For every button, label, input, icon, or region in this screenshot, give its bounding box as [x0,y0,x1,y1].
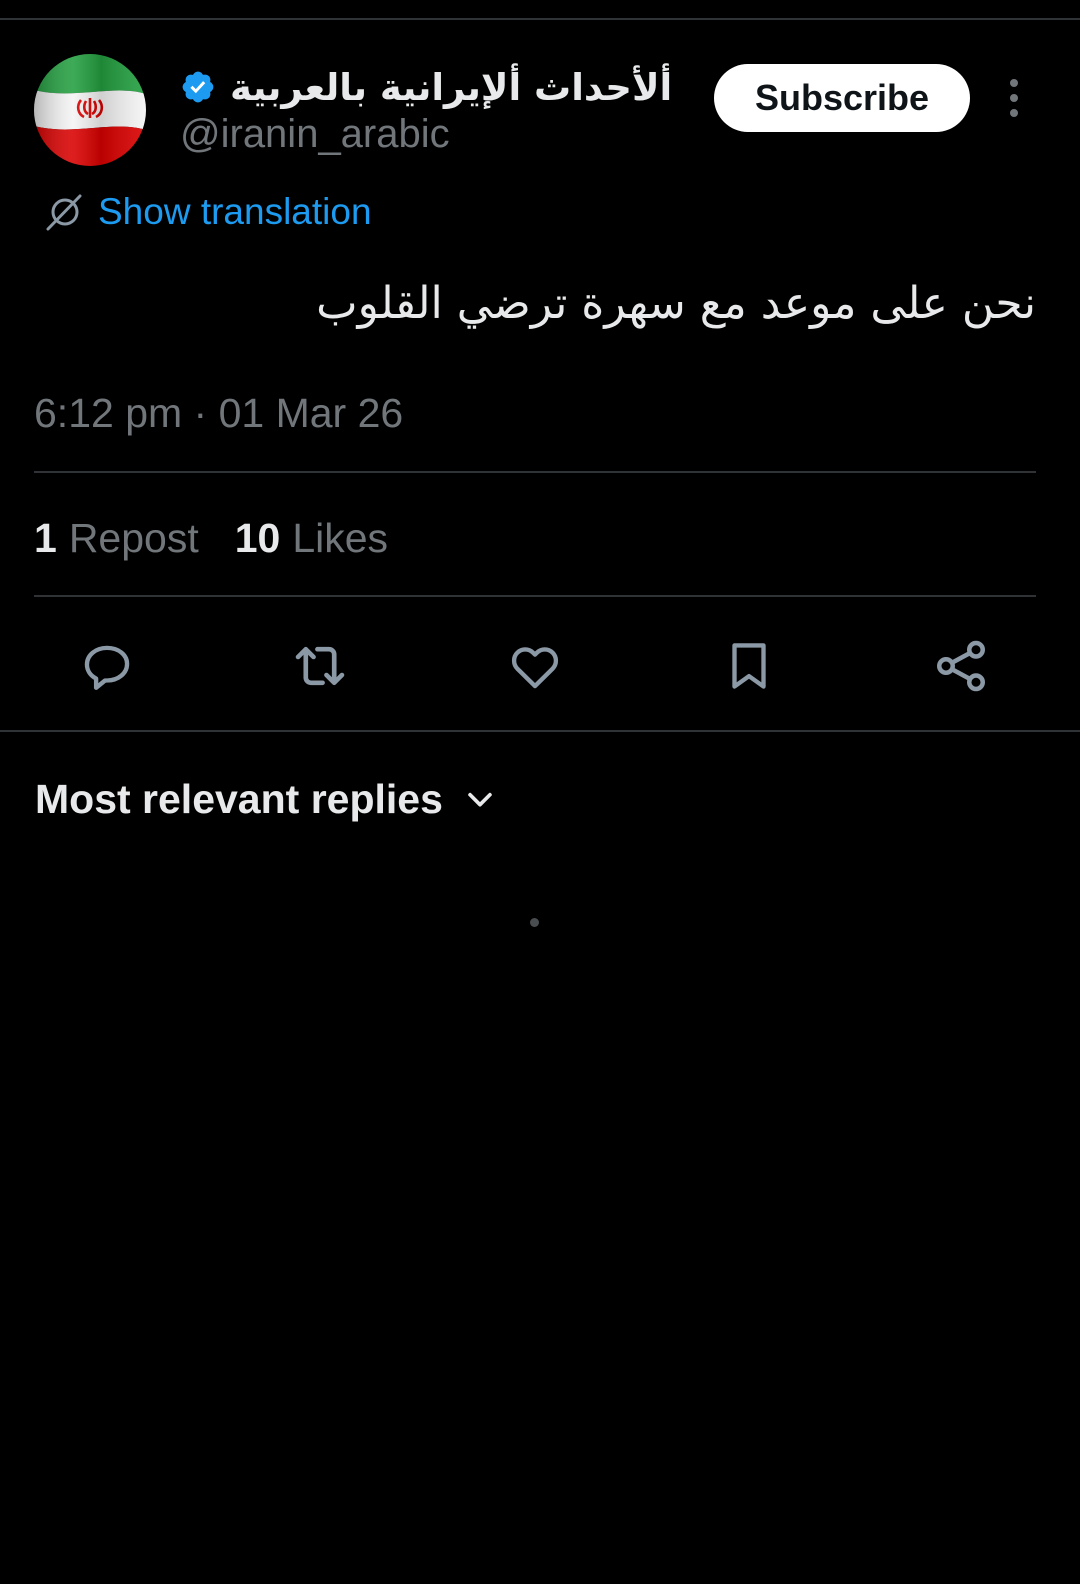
repost-count[interactable]: 1 [34,515,57,562]
repost-button[interactable] [288,634,352,698]
author-name-row[interactable]: ألأحداث ألإيرانية بالعربية [180,62,672,112]
tweet-timestamp[interactable]: 6:12 pm · 01 Mar 26 [34,390,403,437]
more-options-icon[interactable] [998,76,1030,120]
reply-button[interactable] [75,634,139,698]
bookmark-button[interactable] [717,634,781,698]
likes-count[interactable]: 10 [235,515,281,562]
author-display-name[interactable]: ألأحداث ألإيرانية بالعربية [230,66,672,109]
likes-label[interactable]: Likes [292,515,388,562]
replies-sort-dropdown[interactable]: Most relevant replies [35,772,497,826]
section-divider [0,730,1080,732]
share-button[interactable] [929,634,993,698]
verified-badge-icon [182,71,214,103]
loading-spinner-icon [530,918,539,927]
divider [34,595,1036,597]
repost-label[interactable]: Repost [69,515,199,562]
bookmark-icon [732,643,766,689]
share-icon [936,640,986,692]
tweet-text: نحن على موعد مع سهرة ترضي القلوب [316,278,1036,329]
chevron-down-icon[interactable] [463,782,497,816]
divider [34,471,1036,473]
author-handle[interactable]: @iranin_arabic [180,112,450,157]
reply-icon [84,645,130,690]
show-translation-link[interactable]: Show translation [98,191,372,233]
like-icon [511,647,559,689]
engagement-stats: 1 Repost 10 Likes [34,512,388,564]
show-translation-row[interactable]: Show translation [44,188,372,236]
like-button[interactable] [503,634,567,698]
subscribe-button[interactable]: Subscribe [714,64,970,132]
replies-sort-label[interactable]: Most relevant replies [35,776,443,823]
iran-flag-avatar-icon [34,54,146,166]
translate-icon [46,194,82,231]
repost-icon [295,646,345,686]
avatar[interactable] [34,54,146,166]
top-divider [0,18,1080,20]
